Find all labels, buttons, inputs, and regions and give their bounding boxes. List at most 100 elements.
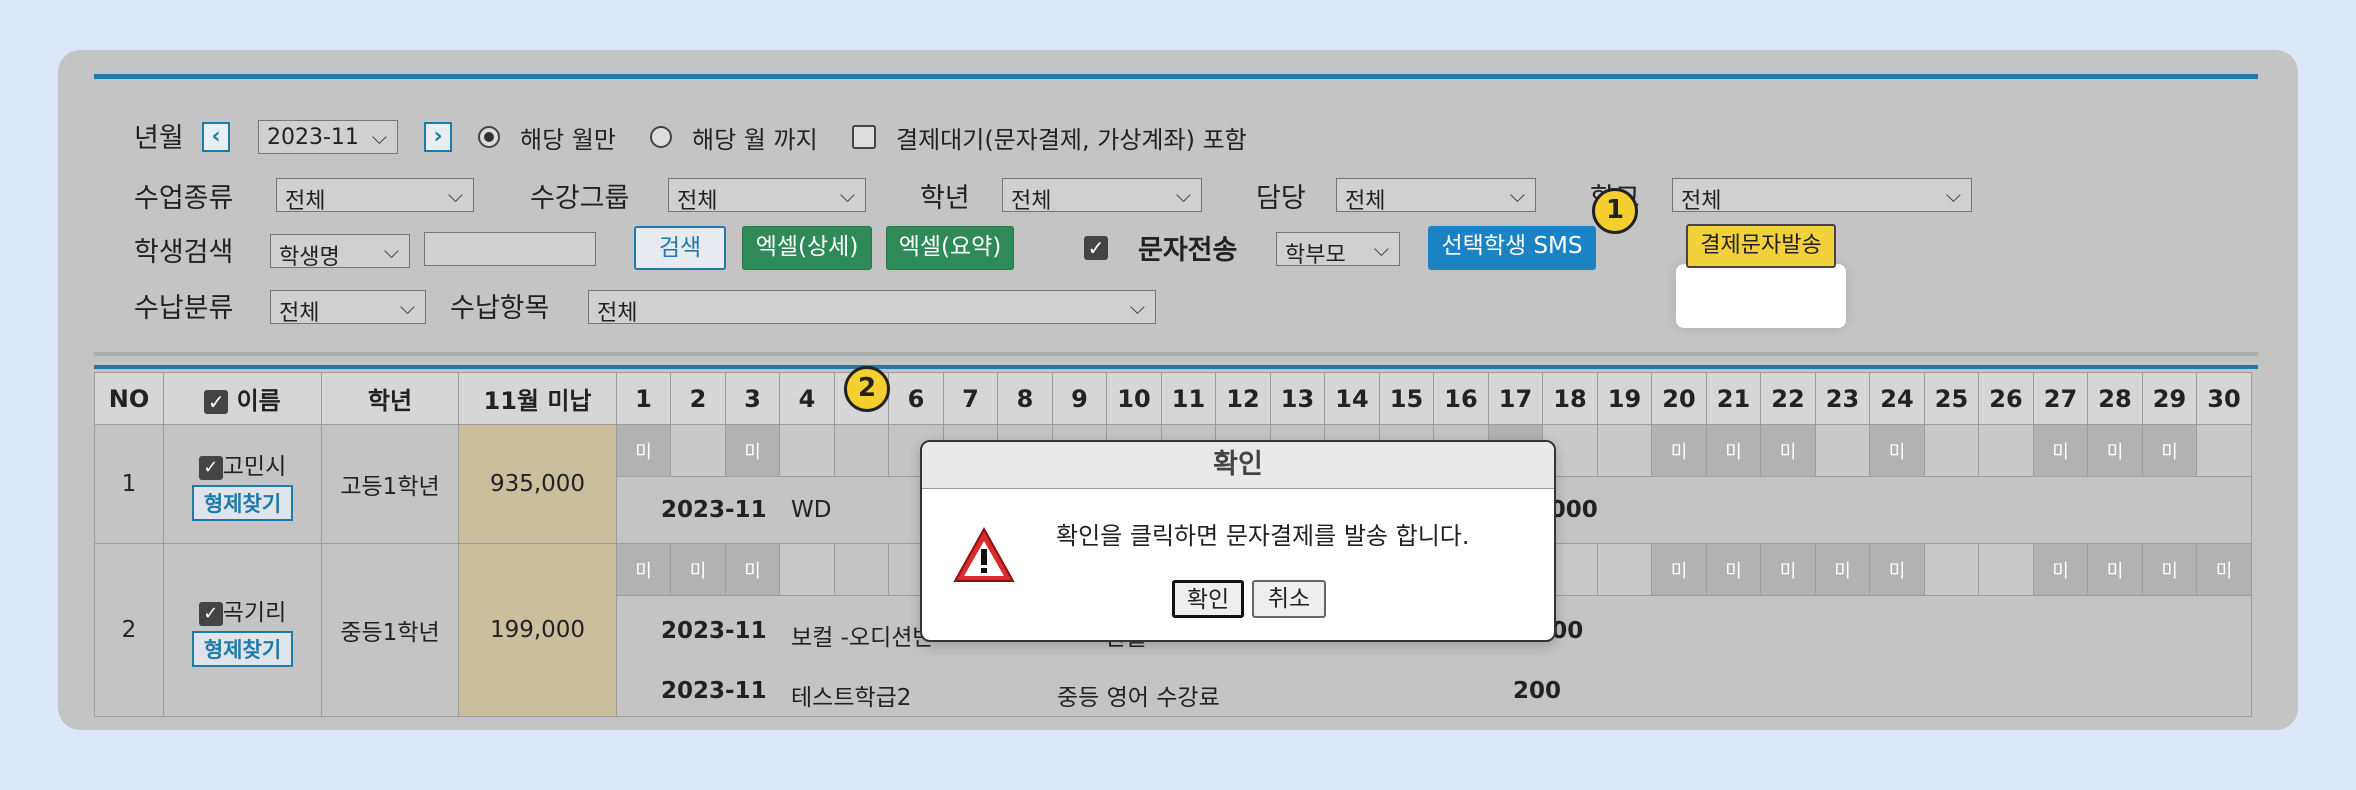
day-cell (1978, 543, 2034, 596)
chevron-down-icon: ⌵ (371, 125, 387, 149)
class-type-select[interactable]: 전체 ⌵ (276, 178, 474, 214)
course-group-label: 수강그룹 (530, 183, 630, 214)
day-cell: 미 (1869, 424, 1925, 477)
table-top-accent (94, 365, 2258, 369)
search-button[interactable]: 검색 (634, 226, 726, 270)
day-cell: 미 (616, 543, 671, 596)
pending-checkbox-label: 결제대기(문자결제, 가상계좌) 포함 (896, 126, 1247, 154)
day-cell: 미 (1760, 543, 1816, 596)
student-search-field-select[interactable]: 학생명 ⌵ (270, 234, 410, 270)
step-marker-2: 2 (844, 366, 890, 412)
detail-month: 2023-11 (661, 678, 767, 704)
header-day: 20 (1651, 372, 1707, 425)
chevron-down-icon: ⌵ (1509, 183, 1525, 207)
student-grade: 중등1학년 (321, 543, 459, 717)
day-cell (1924, 424, 1979, 477)
day-cell: 미 (670, 543, 726, 596)
header-day: 19 (1597, 372, 1652, 425)
teacher-select[interactable]: 전체 ⌵ (1336, 178, 1536, 214)
header-day: 9 (1052, 372, 1107, 425)
header-day: 3 (725, 372, 780, 425)
select-all-checkbox[interactable]: ✓ (204, 390, 229, 414)
chevron-down-icon: ⌵ (447, 183, 463, 207)
day-cell (2196, 424, 2252, 477)
header-day: 14 (1324, 372, 1380, 425)
payment-category-select[interactable]: 전체 ⌵ (270, 290, 426, 326)
payment-category-label: 수납분류 (134, 293, 234, 324)
radio-this-month[interactable] (478, 126, 500, 148)
confirm-dialog: 확인 확인을 클릭하면 문자결제를 발송 합니다. 확인 취소 (920, 440, 1556, 642)
student-name-cell: ✓ 고민시 형제찾기 (163, 424, 322, 544)
selected-sms-button[interactable]: 선택학생 SMS (1428, 226, 1596, 270)
day-cell: 미 (616, 424, 671, 477)
excel-summary-button[interactable]: 엑셀(요약) (886, 226, 1014, 270)
header-day: 7 (943, 372, 998, 425)
day-cell (1597, 543, 1652, 596)
day-cell: 미 (1815, 543, 1870, 596)
header-unpaid: 11월 미납 (458, 372, 617, 425)
day-cell (670, 424, 726, 477)
prev-month-icon[interactable]: ‹ (202, 122, 230, 152)
row-checkbox[interactable]: ✓ (198, 601, 223, 626)
radio-until-month[interactable] (650, 126, 672, 148)
student-search-input[interactable] (424, 232, 596, 266)
detail-amount: 200 (1513, 678, 1562, 704)
year-month-select[interactable]: 2023-11 ⌵ (258, 120, 398, 154)
header-day: 29 (2142, 372, 2197, 425)
chevron-down-icon: ⌵ (1175, 183, 1191, 207)
row-no: 2 (94, 543, 164, 717)
payment-item-select[interactable]: 전체 ⌵ (588, 290, 1156, 326)
payment-sms-button[interactable]: 결제문자발송 (1686, 224, 1836, 268)
header-day: 8 (997, 372, 1053, 425)
header-day: 12 (1215, 372, 1271, 425)
student-name: 고민시 (222, 454, 287, 480)
payment-panel: 년월 ‹ 2023-11 ⌵ › 해당 월만 해당 월 까지 결제대기(문자결제,… (58, 50, 2298, 730)
sms-checkbox[interactable]: ✓ (1084, 236, 1108, 260)
divider (94, 352, 2258, 356)
day-cell: 미 (1651, 424, 1707, 477)
header-day: 11 (1161, 372, 1216, 425)
row-checkbox[interactable]: ✓ (198, 455, 223, 480)
chevron-down-icon: ⌵ (1373, 237, 1389, 261)
day-cell (1978, 424, 2034, 477)
pending-checkbox[interactable] (852, 125, 876, 149)
chevron-down-icon: ⌵ (1945, 183, 1961, 207)
detail-type: 중등 영어 수강료 (1057, 685, 1220, 711)
grade-select[interactable]: 전체 ⌵ (1002, 178, 1202, 214)
find-sibling-button[interactable]: 형제찾기 (191, 631, 294, 667)
day-cell: 미 (1869, 543, 1925, 596)
dialog-cancel-button[interactable]: 취소 (1252, 580, 1326, 618)
day-cell: 미 (1760, 424, 1816, 477)
header-day: 6 (888, 372, 944, 425)
top-accent-bar (94, 74, 2258, 79)
header-day: 24 (1869, 372, 1925, 425)
header-day: 15 (1379, 372, 1434, 425)
detail-item: WD (791, 497, 832, 523)
highlight-box (1676, 264, 1846, 328)
next-month-icon[interactable]: › (424, 122, 452, 152)
day-cell: 미 (1706, 543, 1761, 596)
student-name-cell: ✓ 곡기리 형제찾기 (163, 543, 322, 717)
detail-item: 보컬 -오디션반 (791, 625, 934, 651)
day-cell: 미 (2087, 543, 2143, 596)
chevron-down-icon: ⌵ (399, 295, 415, 319)
student-name: 곡기리 (222, 600, 287, 626)
detail-item: 테스트학급2 (791, 685, 912, 711)
header-day: 22 (1760, 372, 1816, 425)
excel-detail-button[interactable]: 엑셀(상세) (742, 226, 872, 270)
header-day: 21 (1706, 372, 1761, 425)
radio-until-month-label: 해당 월 까지 (692, 126, 818, 154)
dialog-ok-button[interactable]: 확인 (1172, 580, 1244, 618)
warning-icon (953, 526, 1015, 582)
header-day: 30 (2196, 372, 2252, 425)
header-day: 2 (670, 372, 726, 425)
header-day: 13 (1270, 372, 1325, 425)
school-select[interactable]: 전체 ⌵ (1672, 178, 1972, 214)
day-cell: 미 (1651, 543, 1707, 596)
find-sibling-button[interactable]: 형제찾기 (191, 485, 294, 521)
row-no: 1 (94, 424, 164, 544)
day-cell (834, 543, 889, 596)
sms-target-select[interactable]: 학부모 ⌵ (1276, 232, 1400, 268)
day-cell: 미 (2033, 543, 2088, 596)
course-group-select[interactable]: 전체 ⌵ (668, 178, 866, 214)
